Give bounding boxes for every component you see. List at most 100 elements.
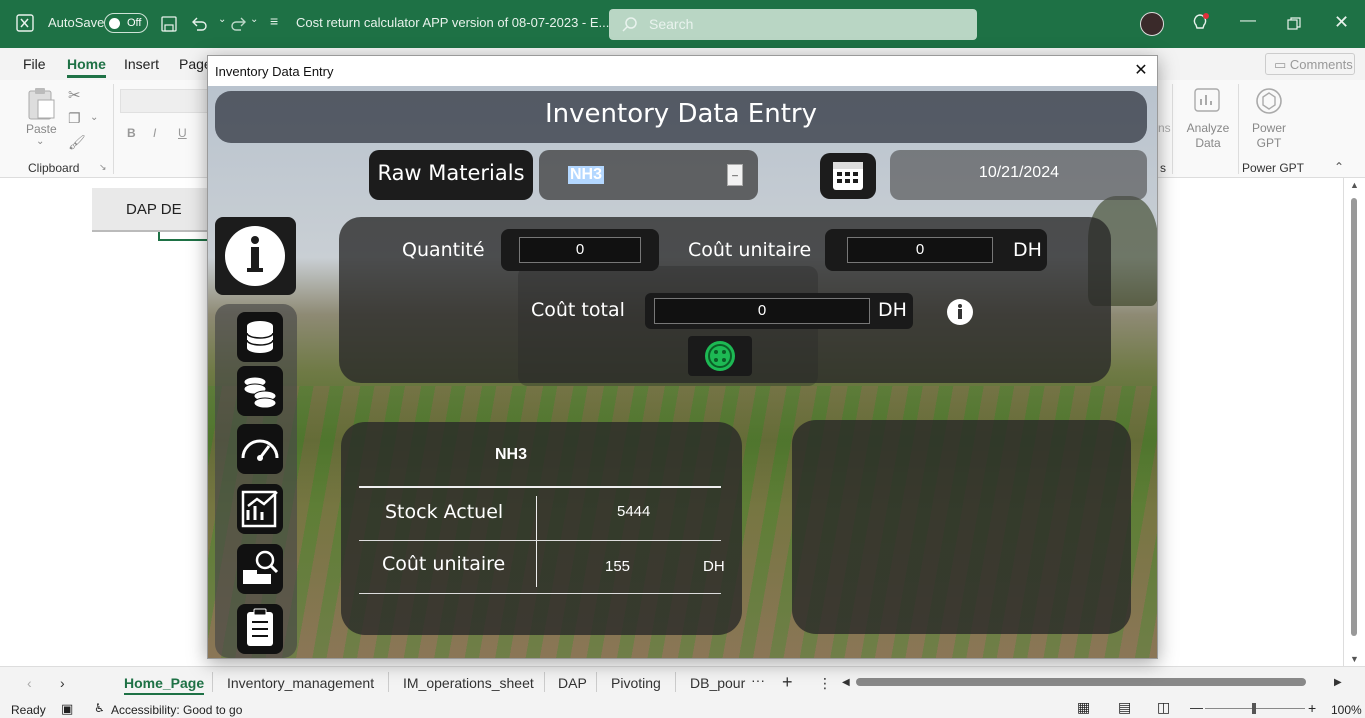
power-gpt-group-label: Power GPT <box>1242 161 1305 175</box>
category-button[interactable]: Raw Materials <box>369 150 533 200</box>
lightbulb-icon[interactable] <box>1190 13 1210 33</box>
ribbon-divider <box>113 84 114 174</box>
undo-dropdown-icon[interactable]: ⌄ <box>218 14 226 25</box>
tab-home[interactable]: Home <box>67 56 106 78</box>
tab-insert[interactable]: Insert <box>124 56 159 72</box>
chart-placeholder-panel <box>792 420 1131 634</box>
window-close-icon[interactable]: ✕ <box>1334 12 1349 33</box>
vertical-scrollbar[interactable] <box>1351 198 1357 636</box>
autosave-toggle[interactable]: Off <box>104 13 148 33</box>
document-title: Cost return calculator APP version of 08… <box>296 15 610 30</box>
coins-icon <box>243 376 277 409</box>
sheet-tab-home-page[interactable]: Home_Page <box>124 675 205 695</box>
zoom-slider-thumb[interactable] <box>1252 703 1256 714</box>
clipboard-launcher-icon[interactable]: ↘ <box>99 162 107 173</box>
next-sheet-icon[interactable]: › <box>60 675 65 691</box>
italic-icon[interactable]: I <box>153 126 156 140</box>
more-sheets-icon[interactable]: ··· <box>751 672 765 688</box>
confirm-button[interactable] <box>688 336 752 376</box>
inventory-search-icon <box>243 550 279 584</box>
sidebar-inventory-search-button[interactable] <box>237 544 283 594</box>
scrollbar-divider <box>1343 178 1344 666</box>
total-cost-input[interactable]: 0 <box>654 298 870 324</box>
date-field[interactable]: 10/21/2024 <box>890 150 1147 200</box>
scroll-right-icon[interactable]: ▶ <box>1334 677 1342 688</box>
material-combobox[interactable]: NH3 _ <box>539 150 758 200</box>
comments-button[interactable]: ▭ Comments <box>1265 53 1355 75</box>
sidebar-gauge-button[interactable] <box>237 424 283 474</box>
page-break-icon[interactable]: ◫ <box>1157 699 1170 716</box>
analyze-data-icon[interactable] <box>1193 87 1223 115</box>
collapse-ribbon-icon[interactable]: ⌃ <box>1334 160 1344 174</box>
database-icon <box>246 321 274 353</box>
add-sheet-icon[interactable]: + <box>782 672 793 693</box>
page-layout-icon[interactable]: ▤ <box>1118 699 1131 716</box>
material-dropdown-button[interactable]: _ <box>727 164 743 186</box>
status-ready: Ready <box>11 703 46 717</box>
tab-file[interactable]: File <box>23 56 46 72</box>
dialog-close-icon[interactable]: ✕ <box>1131 60 1151 80</box>
redo-dropdown-icon[interactable]: ⌄ <box>250 14 258 25</box>
cut-icon[interactable]: ✂ <box>68 86 81 104</box>
scroll-up-icon[interactable]: ▲ <box>1350 180 1359 190</box>
tab-divider <box>212 672 213 692</box>
paste-icon[interactable] <box>26 86 58 122</box>
power-gpt-label: Power GPT <box>1251 121 1286 150</box>
zoom-level[interactable]: 100% <box>1331 703 1362 717</box>
quantity-input[interactable]: 0 <box>519 237 641 263</box>
summary-rule-top <box>359 486 721 488</box>
horizontal-scrollbar[interactable] <box>856 678 1306 686</box>
normal-view-icon[interactable]: ▦ <box>1077 699 1090 716</box>
info-icon <box>225 226 285 286</box>
save-icon[interactable] <box>160 15 178 33</box>
sheet-tab-im-operations[interactable]: IM_operations_sheet <box>403 675 534 691</box>
accessibility-icon[interactable]: ♿ <box>94 701 105 715</box>
zoom-out-icon[interactable]: — <box>1190 700 1203 715</box>
bold-icon[interactable]: B <box>127 126 136 140</box>
power-gpt-icon[interactable] <box>1254 86 1284 116</box>
paste-dropdown-icon[interactable]: ⌄ <box>36 136 44 147</box>
undo-icon[interactable] <box>190 15 208 33</box>
cell-shape[interactable]: DAP DE <box>92 188 210 232</box>
sheet-tab-db-pour[interactable]: DB_pour <box>690 675 745 691</box>
search-icon <box>622 17 637 32</box>
accessibility-status[interactable]: Accessibility: Good to go <box>111 703 242 717</box>
summary-unit-cost-value: 155 <box>605 558 631 575</box>
sheet-tab-inventory-management[interactable]: Inventory_management <box>227 675 374 691</box>
macro-record-icon[interactable]: ▣ <box>61 701 73 717</box>
avatar[interactable] <box>1140 12 1164 36</box>
unit-cost-input[interactable]: 0 <box>847 237 993 263</box>
restore-icon[interactable] <box>1287 17 1301 31</box>
sheet-tab-pivoting[interactable]: Pivoting <box>611 675 661 691</box>
info-button[interactable] <box>215 217 296 295</box>
copy-icon[interactable]: ❐ <box>68 110 81 127</box>
sidebar-report-button[interactable] <box>237 484 283 534</box>
sheet-tab-dap[interactable]: DAP <box>558 675 587 691</box>
sidebar-clipboard-button[interactable] <box>237 604 283 654</box>
unit-cost-currency: DH <box>1013 239 1042 261</box>
copy-dropdown-icon[interactable]: ⌄ <box>90 112 98 123</box>
prev-sheet-icon[interactable]: ‹ <box>27 675 32 691</box>
summary-unit-cost-label: Coût unitaire <box>382 553 506 575</box>
comment-icon: ▭ <box>1274 57 1290 72</box>
format-painter-icon[interactable]: 🖌 <box>68 134 86 151</box>
font-name-box[interactable] <box>120 89 210 113</box>
calendar-button[interactable] <box>820 153 876 199</box>
sheet-options-icon[interactable]: ⋮ <box>818 675 832 692</box>
scroll-down-icon[interactable]: ▼ <box>1350 654 1359 664</box>
sidebar-database-button[interactable] <box>237 312 283 362</box>
underline-icon[interactable]: U <box>178 126 187 140</box>
customize-toolbar-icon[interactable]: ≡ <box>270 13 278 29</box>
autosave-label: AutoSave <box>48 15 105 30</box>
redo-icon[interactable] <box>230 15 248 33</box>
total-cost-info-icon[interactable] <box>945 297 975 327</box>
minimize-icon[interactable]: — <box>1240 12 1256 30</box>
dialog-title: Inventory Data Entry <box>215 64 334 79</box>
search-input[interactable]: Search <box>609 9 977 40</box>
tab-divider <box>388 672 389 692</box>
scroll-left-icon[interactable]: ◀ <box>842 677 850 688</box>
sidebar-coins-button[interactable] <box>237 366 283 416</box>
zoom-in-icon[interactable]: + <box>1308 700 1316 716</box>
material-value[interactable]: NH3 <box>568 166 605 184</box>
date-value: 10/21/2024 <box>978 164 1059 181</box>
